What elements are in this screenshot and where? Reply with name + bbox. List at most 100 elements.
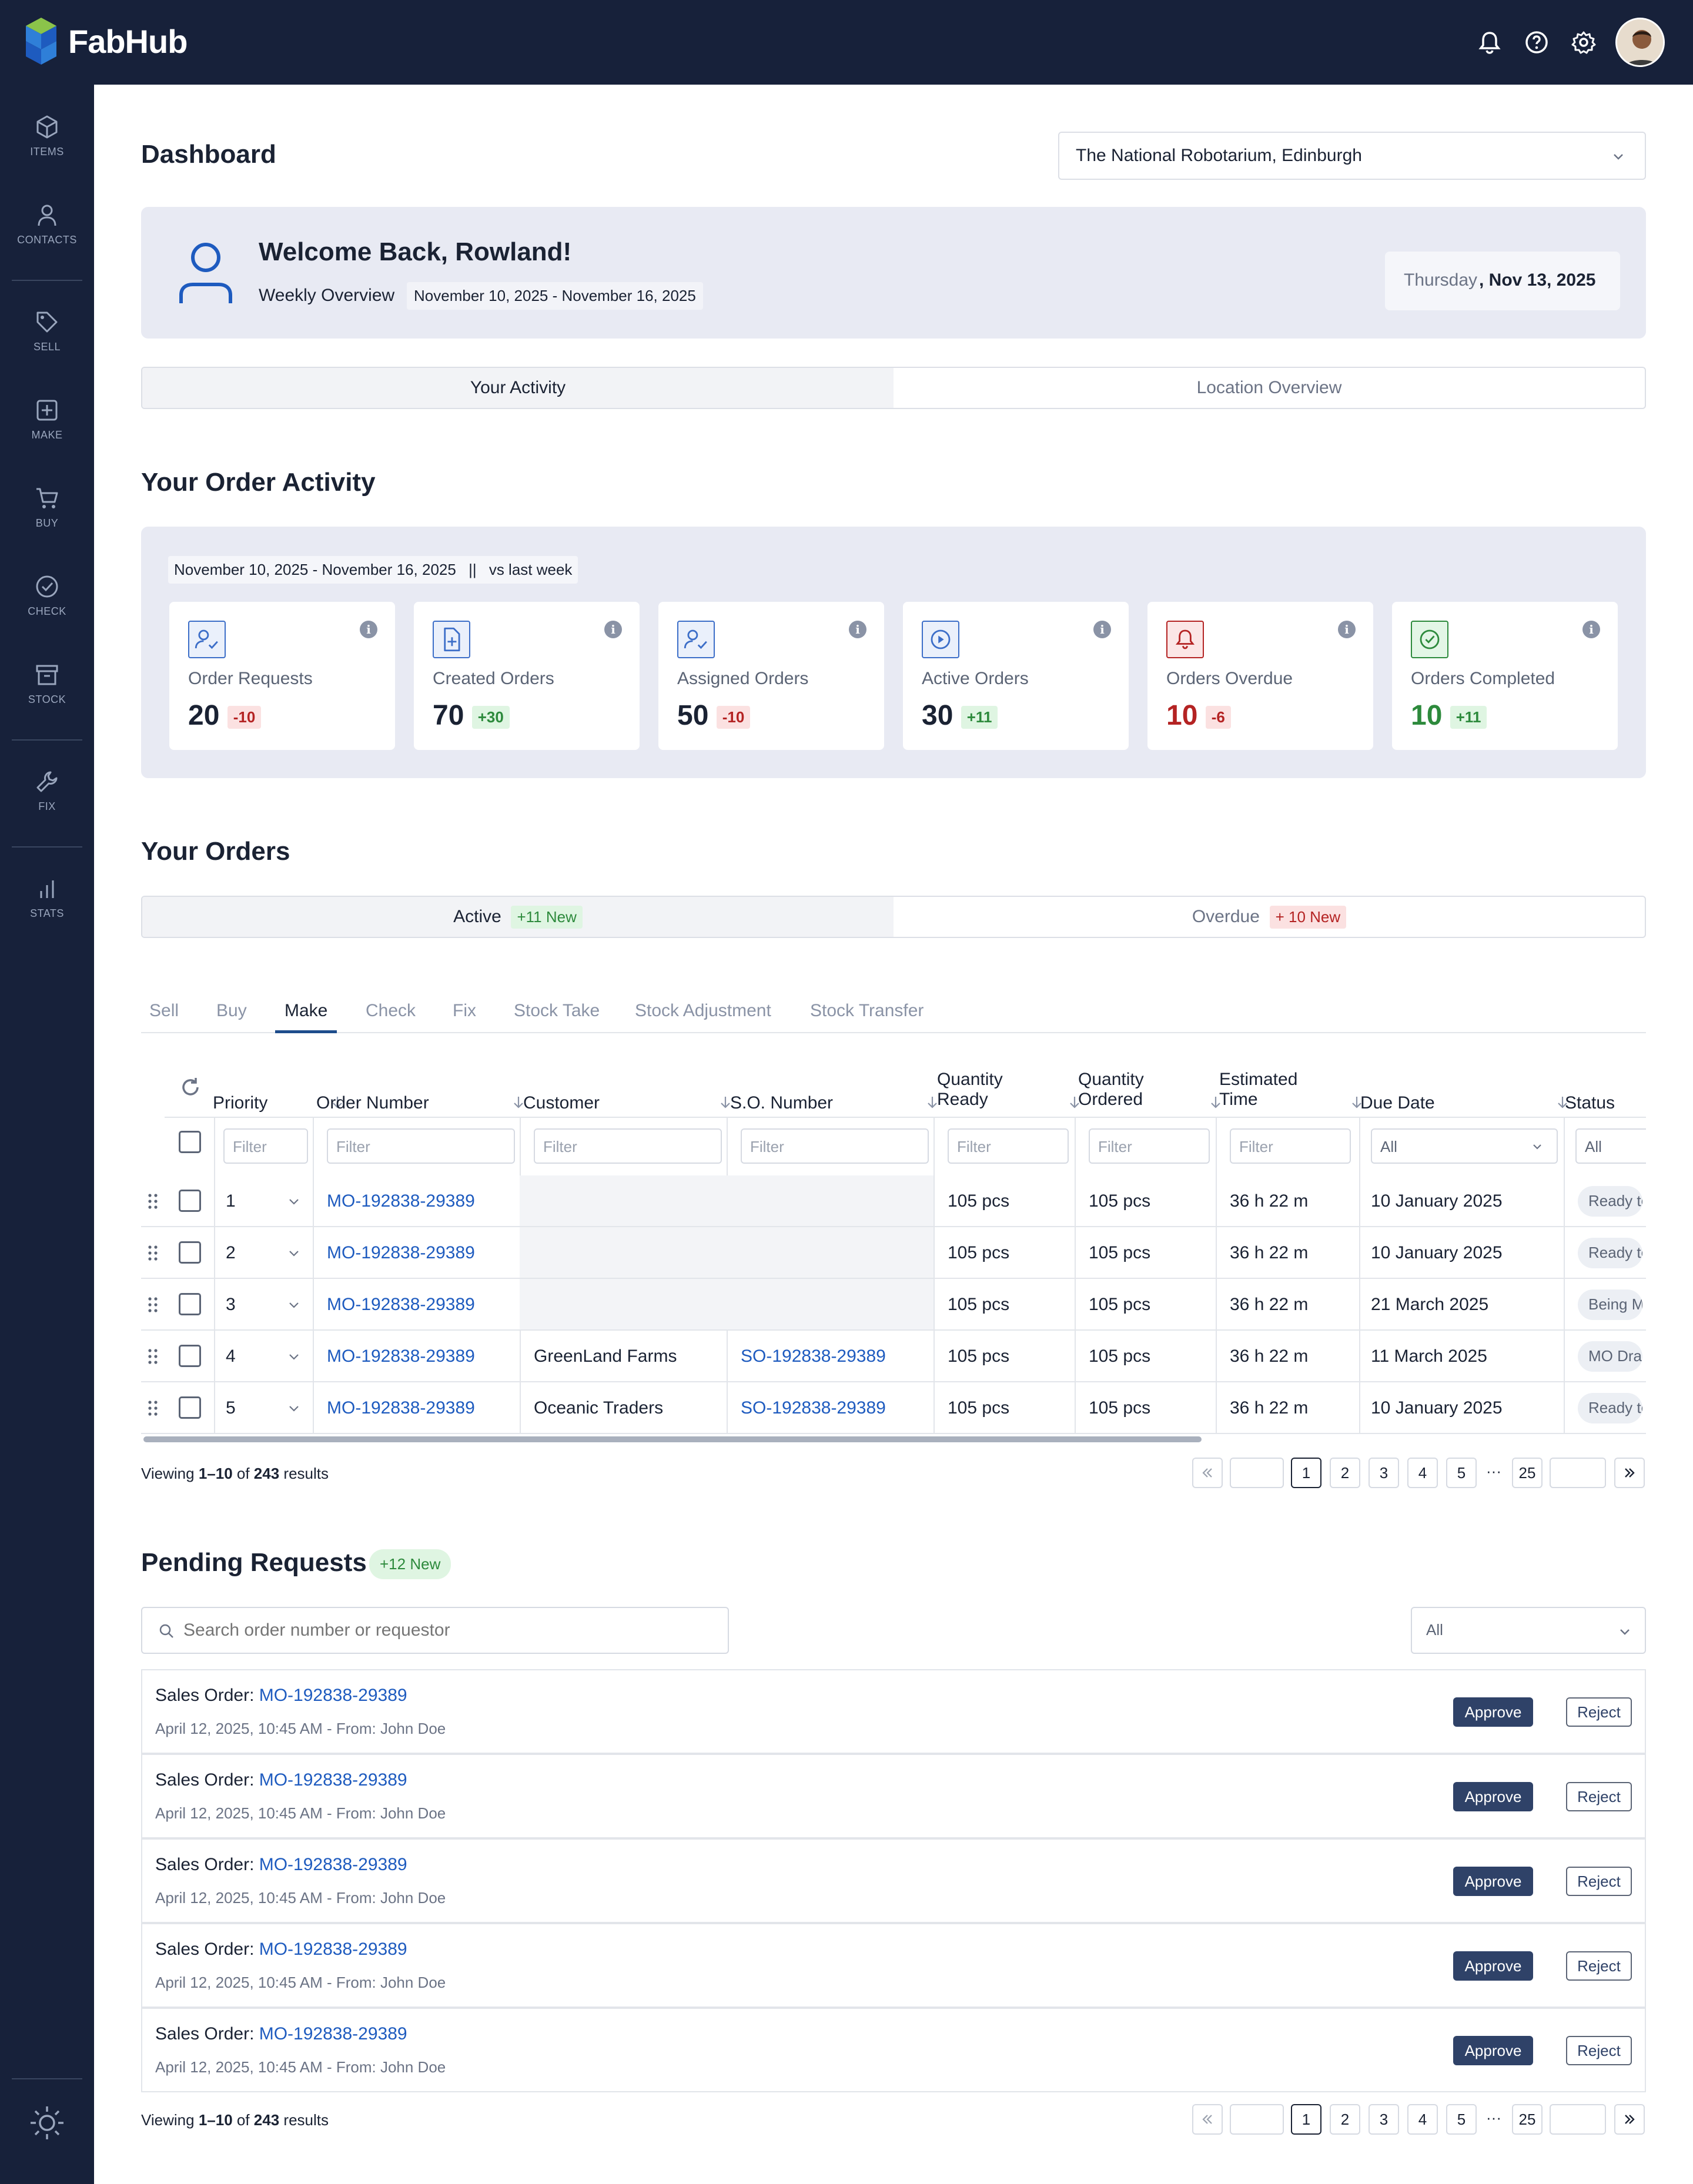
page-button-last[interactable]: 25	[1512, 2104, 1543, 2135]
drag-handle-icon[interactable]	[147, 1347, 159, 1366]
priority-dropdown-icon[interactable]	[287, 1298, 301, 1312]
sidebar-item-buy[interactable]: BUY	[0, 485, 94, 562]
stat-card-orders-overdue[interactable]: i Orders Overdue 10 -6	[1147, 602, 1373, 750]
page-jump-input[interactable]	[1230, 2104, 1284, 2135]
first-page-button[interactable]	[1192, 1458, 1223, 1488]
filter-select-due-date[interactable]: All	[1371, 1128, 1558, 1164]
column-header-so-number[interactable]: S.O. Number	[730, 1093, 833, 1113]
bell-icon[interactable]	[1474, 27, 1505, 58]
location-select[interactable]: The National Robotarium, Edinburgh	[1058, 132, 1646, 180]
filter-input-customer[interactable]: Filter	[534, 1128, 722, 1164]
info-icon[interactable]: i	[360, 621, 377, 638]
stat-card-created-orders[interactable]: i Created Orders 70 +30	[414, 602, 640, 750]
column-header-customer[interactable]: Customer	[523, 1093, 600, 1113]
tab-your-activity[interactable]: Your Activity	[142, 368, 894, 408]
page-button-4[interactable]: 4	[1407, 1458, 1438, 1488]
info-icon[interactable]: i	[1093, 621, 1111, 638]
so-number-link[interactable]: SO-192838-29389	[741, 1396, 886, 1420]
order-number-link[interactable]: MO-192838-29389	[327, 1345, 475, 1368]
column-header-order-number[interactable]: Order Number	[316, 1093, 429, 1113]
page-button-1[interactable]: 1	[1291, 1458, 1321, 1488]
info-icon[interactable]: i	[1338, 621, 1356, 638]
drag-handle-icon[interactable]	[147, 1295, 159, 1314]
first-page-button[interactable]	[1192, 2104, 1223, 2135]
reject-button[interactable]: Reject	[1566, 1867, 1632, 1896]
request-order-link[interactable]: MO-192838-29389	[259, 1686, 407, 1705]
tab-fix[interactable]: Fix	[453, 993, 476, 1033]
reject-button[interactable]: Reject	[1566, 1951, 1632, 1981]
select-all-checkbox[interactable]	[179, 1131, 201, 1153]
stat-card-assigned-orders[interactable]: i Assigned Orders 50 -10	[658, 602, 884, 750]
column-header-estimated-time[interactable]: Estimated Time	[1219, 1070, 1297, 1110]
table-row[interactable]: 5 MO-192838-29389 Oceanic Traders SO-192838…	[141, 1382, 1646, 1434]
gear-icon[interactable]	[1568, 27, 1599, 58]
tab-stock-take[interactable]: Stock Take	[514, 993, 600, 1033]
order-number-link[interactable]: MO-192838-29389	[327, 1190, 475, 1213]
tab-make[interactable]: Make	[275, 993, 337, 1033]
tab-location-overview[interactable]: Location Overview	[894, 368, 1645, 408]
sidebar-item-contacts[interactable]: CONTACTS	[0, 202, 94, 279]
request-order-link[interactable]: MO-192838-29389	[259, 2024, 407, 2044]
request-order-link[interactable]: MO-192838-29389	[259, 1855, 407, 1874]
page-button-5[interactable]: 5	[1446, 2104, 1477, 2135]
sidebar-item-make[interactable]: MAKE	[0, 397, 94, 474]
column-header-status[interactable]: Status	[1565, 1093, 1615, 1113]
table-row[interactable]: 3 MO-192838-29389 105 pcs 105 pcs 36 h 22 m 2…	[141, 1279, 1646, 1331]
order-number-link[interactable]: MO-192838-29389	[327, 1396, 475, 1420]
info-icon[interactable]: i	[604, 621, 622, 638]
priority-dropdown-icon[interactable]	[287, 1401, 301, 1415]
filter-input-order-number[interactable]: Filter	[327, 1128, 515, 1164]
pending-filter-select[interactable]: All	[1411, 1607, 1646, 1654]
tab-stock-transfer[interactable]: Stock Transfer	[810, 993, 924, 1033]
table-row[interactable]: 2 MO-192838-29389 105 pcs 105 pcs 36 h 22 m 1…	[141, 1227, 1646, 1279]
horizontal-scrollbar[interactable]	[143, 1436, 1202, 1442]
approve-button[interactable]: Approve	[1453, 2036, 1533, 2065]
page-jump-input-2[interactable]	[1550, 1458, 1606, 1488]
avatar[interactable]	[1615, 18, 1665, 67]
info-icon[interactable]: i	[1582, 621, 1600, 638]
pending-search-input[interactable]	[183, 1616, 712, 1644]
pending-search[interactable]	[141, 1607, 729, 1654]
approve-button[interactable]: Approve	[1453, 1867, 1533, 1896]
priority-dropdown-icon[interactable]	[287, 1349, 301, 1364]
stat-card-order-requests[interactable]: i Order Requests 20 -10	[169, 602, 395, 750]
row-checkbox[interactable]	[179, 1396, 201, 1419]
filter-input-so-number[interactable]: Filter	[741, 1128, 929, 1164]
tab-sell[interactable]: Sell	[149, 993, 179, 1033]
reject-button[interactable]: Reject	[1566, 2036, 1632, 2065]
sidebar-item-stock[interactable]: STOCK	[0, 662, 94, 738]
reject-button[interactable]: Reject	[1566, 1697, 1632, 1727]
sidebar-item-check[interactable]: CHECK	[0, 574, 94, 650]
sidebar-item-fix[interactable]: FIX	[0, 769, 94, 845]
row-checkbox[interactable]	[179, 1345, 201, 1367]
row-checkbox[interactable]	[179, 1241, 201, 1264]
drag-handle-icon[interactable]	[147, 1399, 159, 1418]
approve-button[interactable]: Approve	[1453, 1782, 1533, 1811]
tab-buy[interactable]: Buy	[216, 993, 247, 1033]
page-button-3[interactable]: 3	[1369, 1458, 1399, 1488]
order-number-link[interactable]: MO-192838-29389	[327, 1293, 475, 1317]
row-checkbox[interactable]	[179, 1190, 201, 1212]
column-header-quantity-ordered[interactable]: Quantity Ordered	[1078, 1070, 1144, 1110]
request-order-link[interactable]: MO-192838-29389	[259, 1940, 407, 1959]
approve-button[interactable]: Approve	[1453, 1697, 1533, 1727]
last-page-button[interactable]	[1614, 1458, 1645, 1488]
page-jump-input[interactable]	[1230, 1458, 1284, 1488]
column-header-priority[interactable]: Priority	[213, 1093, 267, 1113]
tab-stock-adjustment[interactable]: Stock Adjustment	[635, 993, 771, 1033]
order-number-link[interactable]: MO-192838-29389	[327, 1241, 475, 1265]
priority-dropdown-icon[interactable]	[287, 1246, 301, 1260]
tab-check[interactable]: Check	[366, 993, 416, 1033]
page-button-1[interactable]: 1	[1291, 2104, 1321, 2135]
drag-handle-icon[interactable]	[147, 1192, 159, 1211]
so-number-link[interactable]: SO-192838-29389	[741, 1345, 886, 1368]
drag-handle-icon[interactable]	[147, 1244, 159, 1262]
tab-active[interactable]: Active +11 New	[142, 897, 894, 937]
refresh-icon[interactable]	[178, 1074, 203, 1100]
page-jump-input-2[interactable]	[1550, 2104, 1606, 2135]
page-button-5[interactable]: 5	[1446, 1458, 1477, 1488]
sidebar-item-sell[interactable]: SELL	[0, 309, 94, 386]
table-row[interactable]: 1 MO-192838-29389 105 pcs 105 pcs 36 h 22 m 1…	[141, 1175, 1646, 1227]
stat-card-active-orders[interactable]: i Active Orders 30 +11	[903, 602, 1129, 750]
row-checkbox[interactable]	[179, 1293, 201, 1315]
